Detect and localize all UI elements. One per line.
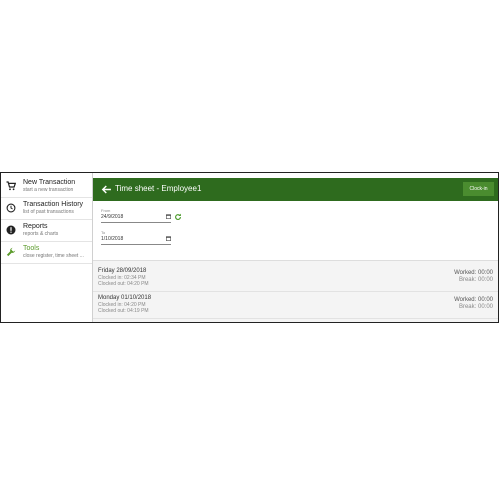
entry-clocked-out: Clocked out: 04:20 PM [98, 281, 149, 287]
page-title: Time sheet - Employee1 [115, 184, 202, 193]
list-item[interactable]: Friday 28/09/2018 Clocked in: 02:34 PM C… [93, 264, 498, 292]
sidebar-item-label: New Transaction [23, 179, 76, 186]
from-date-label: From [101, 208, 111, 213]
clock-in-button[interactable]: Clock-in [463, 182, 494, 196]
back-arrow-icon[interactable] [101, 184, 112, 195]
calendar-icon[interactable] [166, 236, 171, 241]
app-window: New Transaction start a new transaction … [0, 172, 499, 323]
timesheet-list: Friday 28/09/2018 Clocked in: 02:34 PM C… [93, 260, 498, 322]
entry-break: Break: 00:00 [458, 277, 493, 283]
history-icon [6, 203, 16, 213]
sidebar-item-subtitle: reports & charts [23, 231, 59, 237]
entry-worked: Worked: 00:00 [454, 270, 493, 276]
wrench-icon [6, 247, 16, 257]
app-bar: Time sheet - Employee1 Clock-in [93, 178, 498, 201]
to-date-value[interactable]: 1/10/2018 [101, 236, 123, 242]
sidebar: New Transaction start a new transaction … [1, 173, 93, 322]
to-date-label: To [101, 230, 106, 235]
main-panel: Time sheet - Employee1 Clock-in From 24/… [93, 173, 498, 322]
sidebar-item-label: Reports [23, 223, 48, 230]
from-date-underline [101, 222, 171, 223]
info-icon [6, 225, 16, 235]
entry-date: Friday 28/09/2018 [98, 268, 147, 274]
cart-icon [6, 181, 16, 191]
from-date-field[interactable]: From 24/9/2018 [101, 208, 171, 224]
to-date-underline [101, 244, 171, 245]
sidebar-item-reports[interactable]: Reports reports & charts [1, 220, 92, 242]
sidebar-item-transaction-history[interactable]: Transaction History list of past transac… [1, 198, 92, 220]
sidebar-item-tools[interactable]: Tools close register, time sheet ... [1, 242, 92, 264]
sidebar-item-subtitle: start a new transaction [23, 187, 74, 193]
to-date-field[interactable]: To 1/10/2018 [101, 230, 171, 246]
sidebar-item-new-transaction[interactable]: New Transaction start a new transaction [1, 176, 92, 198]
sidebar-item-label: Transaction History [23, 201, 84, 208]
sidebar-item-subtitle: close register, time sheet ... [23, 253, 84, 259]
entry-date: Monday 01/10/2018 [98, 295, 152, 301]
sidebar-item-label: Tools [23, 245, 40, 252]
entry-clocked-out: Clocked out: 04:19 PM [98, 308, 149, 314]
entry-worked: Worked: 00:00 [454, 297, 493, 303]
refresh-icon[interactable] [174, 213, 182, 221]
sidebar-item-subtitle: list of past transactions [23, 209, 74, 215]
list-item[interactable]: Monday 01/10/2018 Clocked in: 04:20 PM C… [93, 291, 498, 319]
from-date-value[interactable]: 24/9/2018 [101, 214, 123, 220]
entry-break: Break: 00:00 [458, 304, 493, 310]
calendar-icon[interactable] [166, 214, 171, 219]
